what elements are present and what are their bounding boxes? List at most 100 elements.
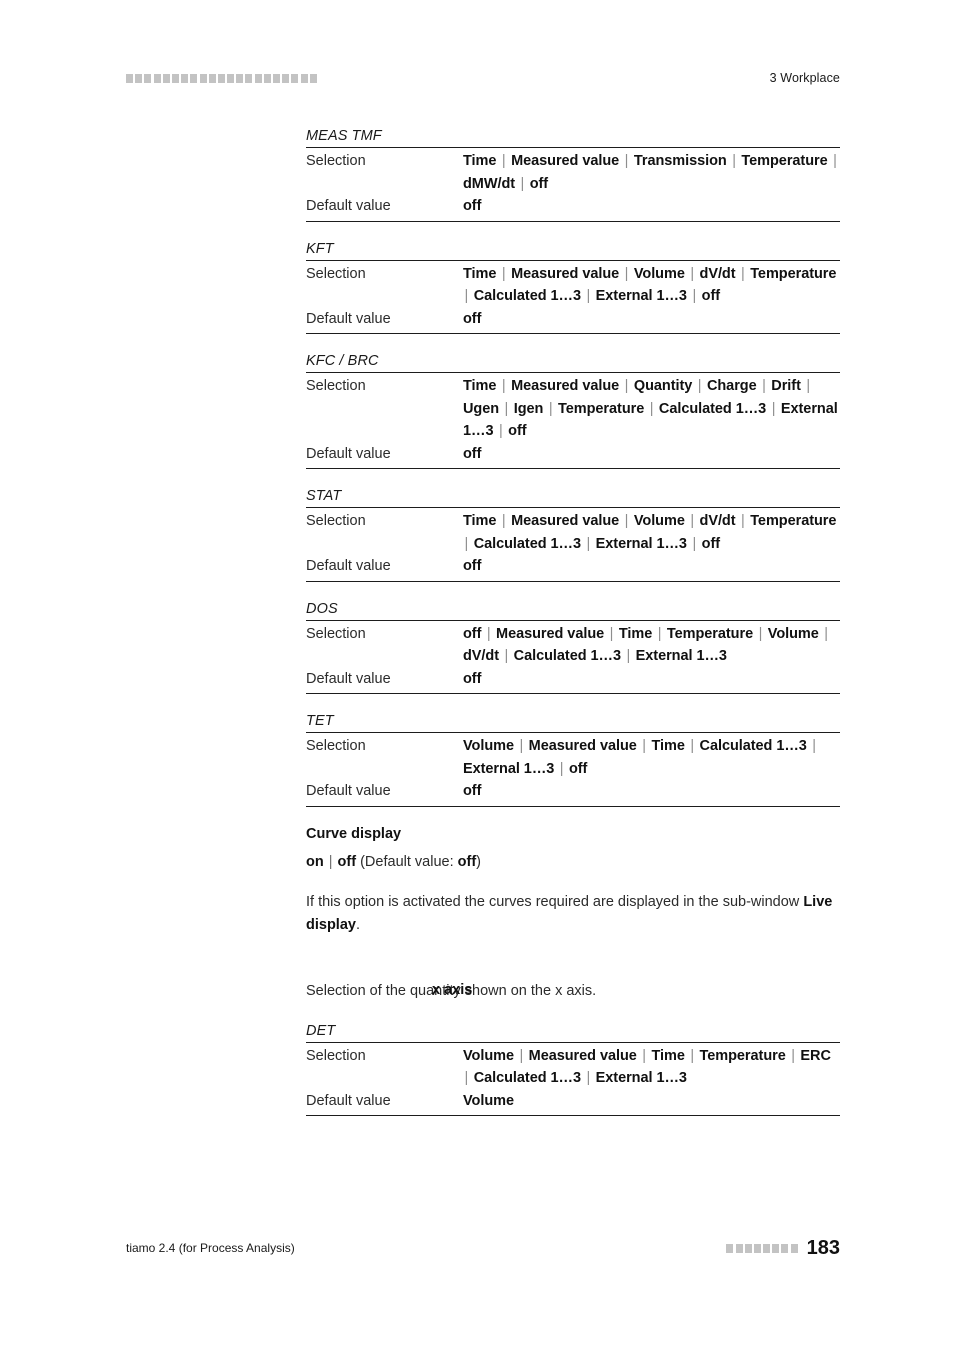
spec-table: DOS Selection off | Measured value | Time … bbox=[306, 600, 840, 694]
value-separator: | bbox=[501, 153, 506, 169]
spec-row-default: Default value off bbox=[306, 195, 840, 218]
spec-row-label: Selection bbox=[306, 378, 366, 394]
curve-display-description: If this option is activated the curves r… bbox=[306, 891, 840, 936]
value-separator: | bbox=[624, 378, 629, 394]
value-separator: | bbox=[504, 648, 509, 664]
spec-table-caption: MEAS TMF bbox=[306, 128, 382, 144]
value-separator: | bbox=[806, 378, 811, 394]
spec-row-label: Default value bbox=[306, 198, 391, 214]
value-separator: | bbox=[791, 1047, 795, 1064]
spec-row-value: off bbox=[463, 198, 482, 214]
page-footer: tiamo 2.4 (for Process Analysis) 183 bbox=[126, 1238, 840, 1258]
spec-row-selection: Selection Volume | Measured value | Time … bbox=[306, 735, 840, 780]
spec-table-caption: STAT bbox=[306, 488, 342, 504]
header-chapter-title: 3 Workplace bbox=[769, 71, 840, 85]
value-separator: | bbox=[741, 513, 745, 529]
spec-row-default: Default value Volume bbox=[306, 1090, 840, 1113]
spec-row-value: Volume | Measured value | Time | Calcula… bbox=[463, 738, 817, 777]
spec-table: TET Selection Volume | Measured value | Ti… bbox=[306, 713, 840, 807]
footer-product-name: tiamo 2.4 (for Process Analysis) bbox=[126, 1241, 295, 1255]
x-axis-section: x axis Selection of the quantity shown o… bbox=[306, 980, 840, 1116]
value-separator: | bbox=[504, 400, 509, 417]
value-separator: | bbox=[498, 423, 503, 439]
spec-table-caption: TET bbox=[306, 713, 334, 729]
curve-display-default-prefix: (Default value: bbox=[356, 853, 458, 870]
spec-row-default: Default value off bbox=[306, 443, 840, 466]
spec-row-value: off | Measured value | Time | Temperatur… bbox=[463, 625, 828, 665]
spec-row-default: Default value off bbox=[306, 780, 840, 803]
value-separator: | bbox=[501, 265, 506, 282]
spec-table: KFC / BRC Selection Time | Measured value … bbox=[306, 353, 840, 469]
value-separator: | bbox=[741, 265, 745, 282]
curve-display-options: on | off (Default value: off) bbox=[306, 851, 840, 874]
footer-square-rule-icon bbox=[726, 1243, 798, 1253]
spec-row-selection: Selection Time | Measured value | Transmi… bbox=[306, 150, 840, 195]
spec-row-default: Default value off bbox=[306, 555, 840, 578]
value-separator: | bbox=[758, 625, 763, 642]
value-separator: | bbox=[586, 1070, 591, 1086]
document-page: 3 Workplace MEAS TMF Selection Time | Meas… bbox=[0, 0, 954, 1350]
value-separator: | bbox=[624, 153, 629, 169]
value-separator: | bbox=[464, 535, 469, 552]
value-separator: | bbox=[642, 1047, 646, 1064]
footer-page-group: 183 bbox=[726, 1238, 840, 1258]
x-axis-spec-table-slot: DET Selection Volume | Measured value | Ti… bbox=[306, 1022, 840, 1116]
spec-table-caption: KFT bbox=[306, 240, 334, 257]
spec-row-value: Time | Measured value | Volume | dV/dt |… bbox=[463, 513, 837, 552]
spec-row-value: Volume | Measured value | Time | Tempera… bbox=[463, 1047, 831, 1087]
curve-display-default-value: off bbox=[457, 853, 477, 870]
spec-table-caption: DET bbox=[306, 1022, 336, 1039]
spec-row-label: Selection bbox=[306, 738, 366, 754]
curve-display-description-part1: If this option is activated the curves r… bbox=[306, 894, 804, 910]
value-separator: | bbox=[626, 648, 631, 664]
spec-row-default: Default value off bbox=[306, 308, 840, 331]
spec-row-selection: Selection Volume | Measured value | Time … bbox=[306, 1045, 840, 1090]
spec-row-selection: Selection Time | Measured value | Volume … bbox=[306, 263, 840, 308]
curve-display-description-part2: . bbox=[355, 916, 360, 933]
curve-display-heading: Curve display bbox=[306, 825, 402, 842]
value-separator: | bbox=[548, 400, 553, 417]
value-separator: | bbox=[692, 288, 697, 304]
value-separator: | bbox=[649, 400, 654, 417]
value-separator: | bbox=[657, 625, 662, 642]
value-separator: | bbox=[609, 625, 614, 642]
spec-row-label: Default value bbox=[306, 558, 391, 574]
value-separator: | bbox=[586, 535, 591, 552]
value-separator: | bbox=[771, 400, 776, 417]
spec-row-value: Time | Measured value | Transmission | T… bbox=[463, 153, 837, 192]
spec-table-caption: DOS bbox=[306, 600, 338, 617]
spec-table: DET Selection Volume | Measured value | Ti… bbox=[306, 1022, 840, 1116]
value-separator: | bbox=[464, 1070, 469, 1086]
spec-row-selection: Selection Time | Measured value | Volume … bbox=[306, 510, 840, 555]
curve-display-section: Curve display on | off (Default value: o… bbox=[306, 826, 840, 937]
spec-row-label: Default value bbox=[306, 310, 391, 327]
value-separator: | bbox=[501, 513, 506, 529]
spec-row-value: off bbox=[463, 558, 482, 574]
spec-table: KFT Selection Time | Measured value | Volu… bbox=[306, 240, 840, 334]
value-separator: | bbox=[697, 378, 702, 394]
spec-table-body: Selection Time | Measured value | Transmi… bbox=[306, 147, 840, 222]
spec-table-caption: KFC / BRC bbox=[306, 353, 379, 369]
value-separator: | bbox=[624, 513, 629, 529]
value-separator: | bbox=[642, 738, 646, 754]
spec-row-value: off bbox=[463, 445, 482, 462]
spec-table-body: Selection Time | Measured value | Quantit… bbox=[306, 372, 840, 469]
spec-row-value: off bbox=[463, 670, 482, 687]
value-separator: | bbox=[732, 153, 736, 169]
value-separator: | bbox=[824, 625, 828, 642]
page-number: 183 bbox=[806, 1237, 840, 1259]
spec-table: MEAS TMF Selection Time | Measured value |… bbox=[306, 128, 840, 222]
value-separator: | bbox=[519, 738, 524, 754]
value-separator: | bbox=[464, 288, 469, 304]
value-separator: | bbox=[762, 378, 766, 394]
spec-row-label: Selection bbox=[306, 513, 366, 529]
value-separator: | bbox=[692, 535, 697, 552]
spec-row-selection: Selection Time | Measured value | Quantit… bbox=[306, 375, 840, 443]
value-separator: | bbox=[586, 288, 591, 304]
spec-row-label: Selection bbox=[306, 265, 366, 282]
curve-display-default-suffix: ) bbox=[476, 853, 481, 870]
spec-row-selection: Selection off | Measured value | Time | T… bbox=[306, 623, 840, 668]
spec-row-label: Selection bbox=[306, 1047, 366, 1064]
value-separator: | bbox=[833, 153, 837, 169]
spec-row-default: Default value off bbox=[306, 668, 840, 691]
